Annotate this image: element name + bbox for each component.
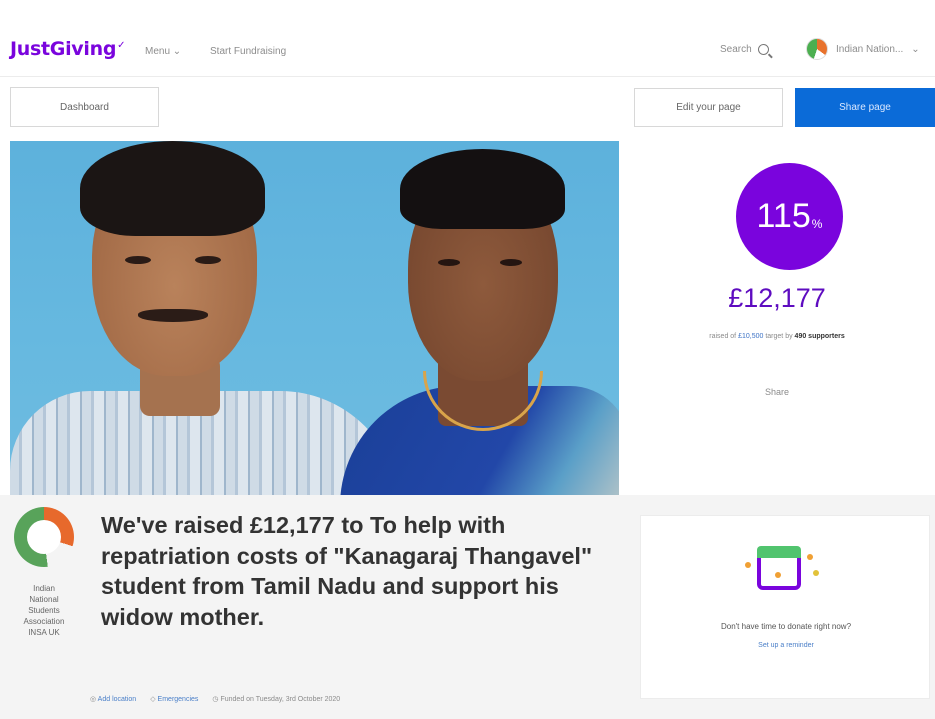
start-fundraising-link[interactable]: Start Fundraising — [210, 46, 286, 57]
chevron-down-icon: ⌄ — [172, 46, 182, 57]
reminder-title: Don't have time to donate right now? — [720, 622, 852, 631]
date-item: ◷ Funded on Tuesday, 3rd October 2020 — [212, 695, 340, 703]
org-name-line: Students — [28, 606, 60, 615]
fundraiser-details: Indian National Students Association INS… — [0, 495, 935, 719]
progress-panel: 115% £12,177 raised of £10,500 target by… — [619, 141, 935, 495]
search-button[interactable]: Search — [720, 44, 769, 55]
location-item: ◎ Add location — [90, 695, 136, 703]
confetti-dot — [807, 554, 813, 560]
org-name: Indian National Students Association INS… — [10, 583, 78, 638]
logo-tick-icon: ✓ — [117, 39, 126, 51]
page-title: We've raised £12,177 to To help with rep… — [101, 512, 593, 630]
target-mid-text: target by — [765, 333, 793, 340]
share-page-button[interactable]: Share page — [795, 88, 935, 127]
justgiving-logo[interactable]: JustGiving✓ — [10, 38, 126, 60]
confetti-dot — [775, 572, 781, 578]
confetti-dot — [813, 570, 819, 576]
percent-sign: % — [811, 216, 823, 231]
raised-summary: raised of £10,500 target by 490 supporte… — [619, 333, 935, 340]
menu-label: Menu — [145, 46, 171, 57]
org-logo[interactable] — [14, 507, 74, 567]
org-name-line: INSA UK — [28, 628, 60, 637]
org-name-line: Association — [23, 617, 65, 626]
category-item: ◇ Emergencies — [150, 695, 198, 703]
hero-image — [10, 141, 619, 495]
calendar-icon — [745, 536, 819, 594]
amount-raised: £12,177 — [728, 283, 826, 313]
avatar — [806, 38, 828, 60]
man-moustache — [138, 309, 208, 322]
funded-date: Funded on Tuesday, 3rd October 2020 — [220, 696, 341, 703]
reminder-card: Don't have time to donate right now? Set… — [640, 515, 930, 699]
target-amount: £10,500 — [738, 333, 764, 340]
edit-page-button[interactable]: Edit your page — [634, 88, 783, 127]
dashboard-button[interactable]: Dashboard — [10, 87, 159, 127]
tag-icon: ◇ — [150, 696, 156, 703]
man-hair — [80, 141, 265, 236]
woman-eye-left — [438, 259, 460, 266]
share-link[interactable]: Share — [619, 387, 935, 397]
user-menu[interactable]: Indian Nation... ⌄ — [806, 38, 920, 60]
category-link[interactable]: Emergencies — [158, 696, 199, 703]
woman-eye-right — [500, 259, 522, 266]
org-name-line: Indian — [33, 584, 55, 593]
search-label: Search — [720, 44, 752, 55]
supporters-count[interactable]: 490 supporters — [795, 333, 845, 340]
menu-link[interactable]: Menu ⌄ — [145, 46, 181, 57]
clock-icon: ◷ — [212, 696, 219, 703]
confetti-dot — [745, 562, 751, 568]
woman-hair — [400, 149, 565, 229]
progress-percent: 115 — [756, 197, 811, 235]
page-meta: ◎ Add location ◇ Emergencies ◷ Funded on… — [90, 695, 340, 703]
raised-prefix: raised of — [709, 333, 737, 340]
search-icon — [757, 44, 769, 55]
org-name-line: National — [29, 595, 59, 604]
chevron-down-icon: ⌄ — [911, 43, 920, 55]
location-icon: ◎ — [90, 696, 97, 703]
man-eye-right — [195, 256, 221, 264]
top-navigation: JustGiving✓ Menu ⌄ Start Fundraising Sea… — [0, 0, 935, 77]
user-name: Indian Nation... — [836, 43, 904, 55]
man-eye-left — [125, 256, 151, 264]
page-actions-bar: Dashboard Edit your page Share page — [0, 77, 935, 141]
progress-badge: 115% — [736, 163, 843, 270]
add-location-link[interactable]: Add location — [98, 696, 137, 703]
calendar-header — [757, 546, 801, 558]
set-reminder-link[interactable]: Set up a reminder — [641, 642, 931, 649]
logo-text: JustGiving — [10, 38, 117, 60]
